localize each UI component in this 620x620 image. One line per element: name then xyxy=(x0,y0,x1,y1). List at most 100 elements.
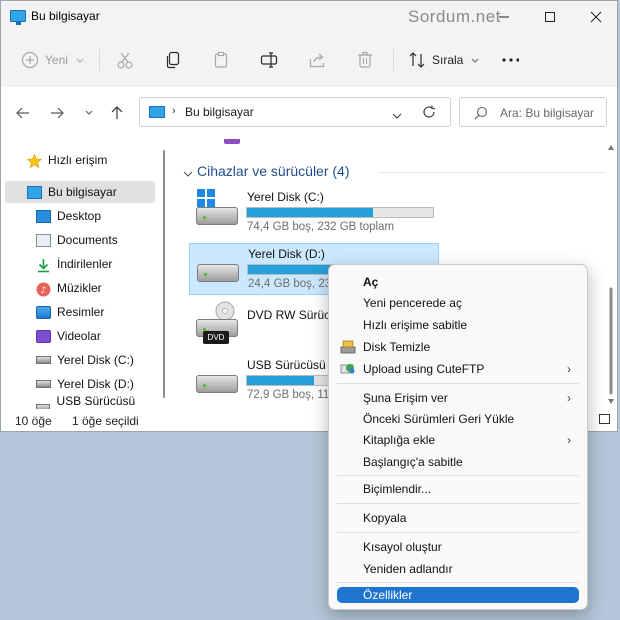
context-menu: Aç Yeni pencerede aç Hızlı erişime sabit… xyxy=(328,264,588,610)
new-label: Yeni xyxy=(45,53,68,67)
sort-label: Sırala xyxy=(432,53,464,67)
menu-item-upload-cuteftp[interactable]: Upload using CuteFTP › xyxy=(337,358,579,379)
address-bar[interactable]: › Bu bilgisayar xyxy=(139,97,451,127)
collapse-chevron-icon[interactable] xyxy=(183,167,193,181)
minimize-icon xyxy=(499,16,509,18)
chevron-down-icon xyxy=(471,53,479,67)
cuteftp-icon xyxy=(340,361,356,376)
drive-item-c[interactable]: Yerel Disk (C:) 74,4 GB boş, 232 GB topl… xyxy=(189,187,439,239)
computer-icon xyxy=(149,106,165,118)
chevron-down-icon xyxy=(76,53,84,67)
menu-separator xyxy=(337,503,579,504)
address-dropdown-button[interactable] xyxy=(392,109,402,123)
menu-item-create-shortcut[interactable]: Kısayol oluştur xyxy=(337,536,579,557)
up-button[interactable] xyxy=(107,103,127,123)
chevron-right-icon: › xyxy=(172,105,176,117)
drive-name: Yerel Disk (C:) xyxy=(247,190,324,204)
share-button[interactable] xyxy=(308,47,326,73)
chevron-right-icon: › xyxy=(567,432,571,447)
music-icon: ♪ xyxy=(36,282,51,296)
search-placeholder: Ara: Bu bilgisayar xyxy=(500,106,595,120)
drive-icon xyxy=(197,264,239,282)
selected-count: 1 öğe seçildi xyxy=(72,414,139,428)
menu-item-label: Biçimlendir... xyxy=(363,481,432,496)
cut-icon xyxy=(116,51,134,69)
menu-item-pin-start[interactable]: Başlangıç'a sabitle xyxy=(337,451,579,472)
sidebar-item-label: Documents xyxy=(57,233,118,247)
sidebar-item-pictures[interactable]: Resimler xyxy=(1,301,155,323)
toolbar-divider xyxy=(393,49,394,71)
sidebar-item-label: Bu bilgisayar xyxy=(48,185,117,199)
sort-button[interactable]: Sırala xyxy=(408,47,479,73)
desktop-folder-icon xyxy=(36,209,51,223)
menu-separator xyxy=(337,532,579,533)
sidebar-item-downloads[interactable]: İndirilenler xyxy=(1,253,155,275)
refresh-icon xyxy=(423,105,435,118)
menu-item-disk-cleanup[interactable]: Disk Temizle xyxy=(337,336,579,357)
menu-item-label: Yeniden adlandır xyxy=(363,561,453,576)
arrow-left-icon xyxy=(16,107,29,119)
details-view-button[interactable] xyxy=(599,414,610,424)
new-button[interactable]: Yeni xyxy=(21,47,84,73)
rename-button[interactable] xyxy=(260,47,278,73)
refresh-button[interactable] xyxy=(422,105,436,122)
menu-item-properties[interactable]: Özellikler xyxy=(337,587,579,603)
sidebar-item-usb-drive[interactable]: USB Sürücüsü (G:) xyxy=(1,394,155,409)
menu-item-open-new-window[interactable]: Yeni pencerede aç xyxy=(337,292,579,313)
recent-locations-button[interactable] xyxy=(79,103,99,123)
menu-item-add-library[interactable]: Kitaplığa ekle › xyxy=(337,429,579,450)
sidebar-item-label: Yerel Disk (C:) xyxy=(57,353,134,367)
sidebar-scrollbar[interactable] xyxy=(161,143,165,405)
address-path: Bu bilgisayar xyxy=(185,105,254,119)
item-count: 10 öğe xyxy=(15,414,52,428)
navigation-bar: › Bu bilgisayar Ara: Bu bilgisayar xyxy=(1,87,617,139)
more-options-button[interactable] xyxy=(501,47,519,73)
menu-item-rename[interactable]: Yeniden adlandır xyxy=(337,558,579,579)
cut-button[interactable] xyxy=(116,47,134,73)
menu-separator xyxy=(337,475,579,476)
maximize-button[interactable] xyxy=(527,1,573,33)
trash-icon xyxy=(356,51,374,69)
sidebar-item-label: İndirilenler xyxy=(57,257,113,271)
star-icon xyxy=(26,153,43,168)
menu-item-format[interactable]: Biçimlendir... xyxy=(337,478,579,499)
menu-item-restore-previous[interactable]: Önceki Sürümleri Geri Yükle xyxy=(337,408,579,429)
drive-info: 74,4 GB boş, 232 GB toplam xyxy=(247,221,395,233)
arrow-right-icon xyxy=(51,107,64,119)
menu-item-pin-quick-access[interactable]: Hızlı erişime sabitle xyxy=(337,314,579,335)
forward-button[interactable] xyxy=(47,103,67,123)
downloads-icon xyxy=(36,258,51,272)
sidebar-item-music[interactable]: ♪ Müzikler xyxy=(1,277,155,299)
chevron-down-icon xyxy=(392,113,402,119)
pictures-icon xyxy=(36,305,51,319)
menu-item-open[interactable]: Aç xyxy=(337,271,579,292)
sidebar-item-local-disk-c[interactable]: Yerel Disk (C:) xyxy=(1,349,155,371)
dvd-badge: DVD xyxy=(203,331,229,344)
paste-button[interactable] xyxy=(212,47,230,73)
window-title: Bu bilgisayar xyxy=(31,9,100,23)
sidebar-item-videos[interactable]: Videolar xyxy=(1,325,155,347)
sidebar-item-quick-access[interactable]: Hızlı erişim xyxy=(1,149,155,171)
copy-button[interactable] xyxy=(164,47,182,73)
menu-separator xyxy=(337,582,579,583)
menu-item-label: Kitaplığa ekle xyxy=(363,432,436,447)
minimize-button[interactable] xyxy=(481,1,527,33)
search-box[interactable]: Ara: Bu bilgisayar xyxy=(459,97,607,127)
videos-icon xyxy=(36,329,51,343)
computer-icon xyxy=(27,185,42,199)
sidebar-item-this-pc[interactable]: Bu bilgisayar xyxy=(5,181,155,203)
sidebar-item-documents[interactable]: Documents xyxy=(1,229,155,251)
sidebar-item-label: Resimler xyxy=(57,305,105,319)
menu-item-give-access[interactable]: Şuna Erişim ver › xyxy=(337,387,579,408)
content-scrollbar[interactable] xyxy=(607,139,615,409)
menu-item-label: Upload using CuteFTP xyxy=(363,361,485,376)
close-button[interactable] xyxy=(573,1,619,33)
disk-cleanup-icon xyxy=(340,339,356,354)
back-button[interactable] xyxy=(13,103,33,123)
menu-item-copy[interactable]: Kopyala xyxy=(337,507,579,528)
title-bar[interactable]: Bu bilgisayar Sordum.net xyxy=(1,1,617,33)
delete-button[interactable] xyxy=(356,47,374,73)
sidebar-item-local-disk-d[interactable]: Yerel Disk (D:) xyxy=(1,373,155,395)
sidebar-item-desktop[interactable]: Desktop xyxy=(1,205,155,227)
menu-item-label: Disk Temizle xyxy=(363,339,431,354)
